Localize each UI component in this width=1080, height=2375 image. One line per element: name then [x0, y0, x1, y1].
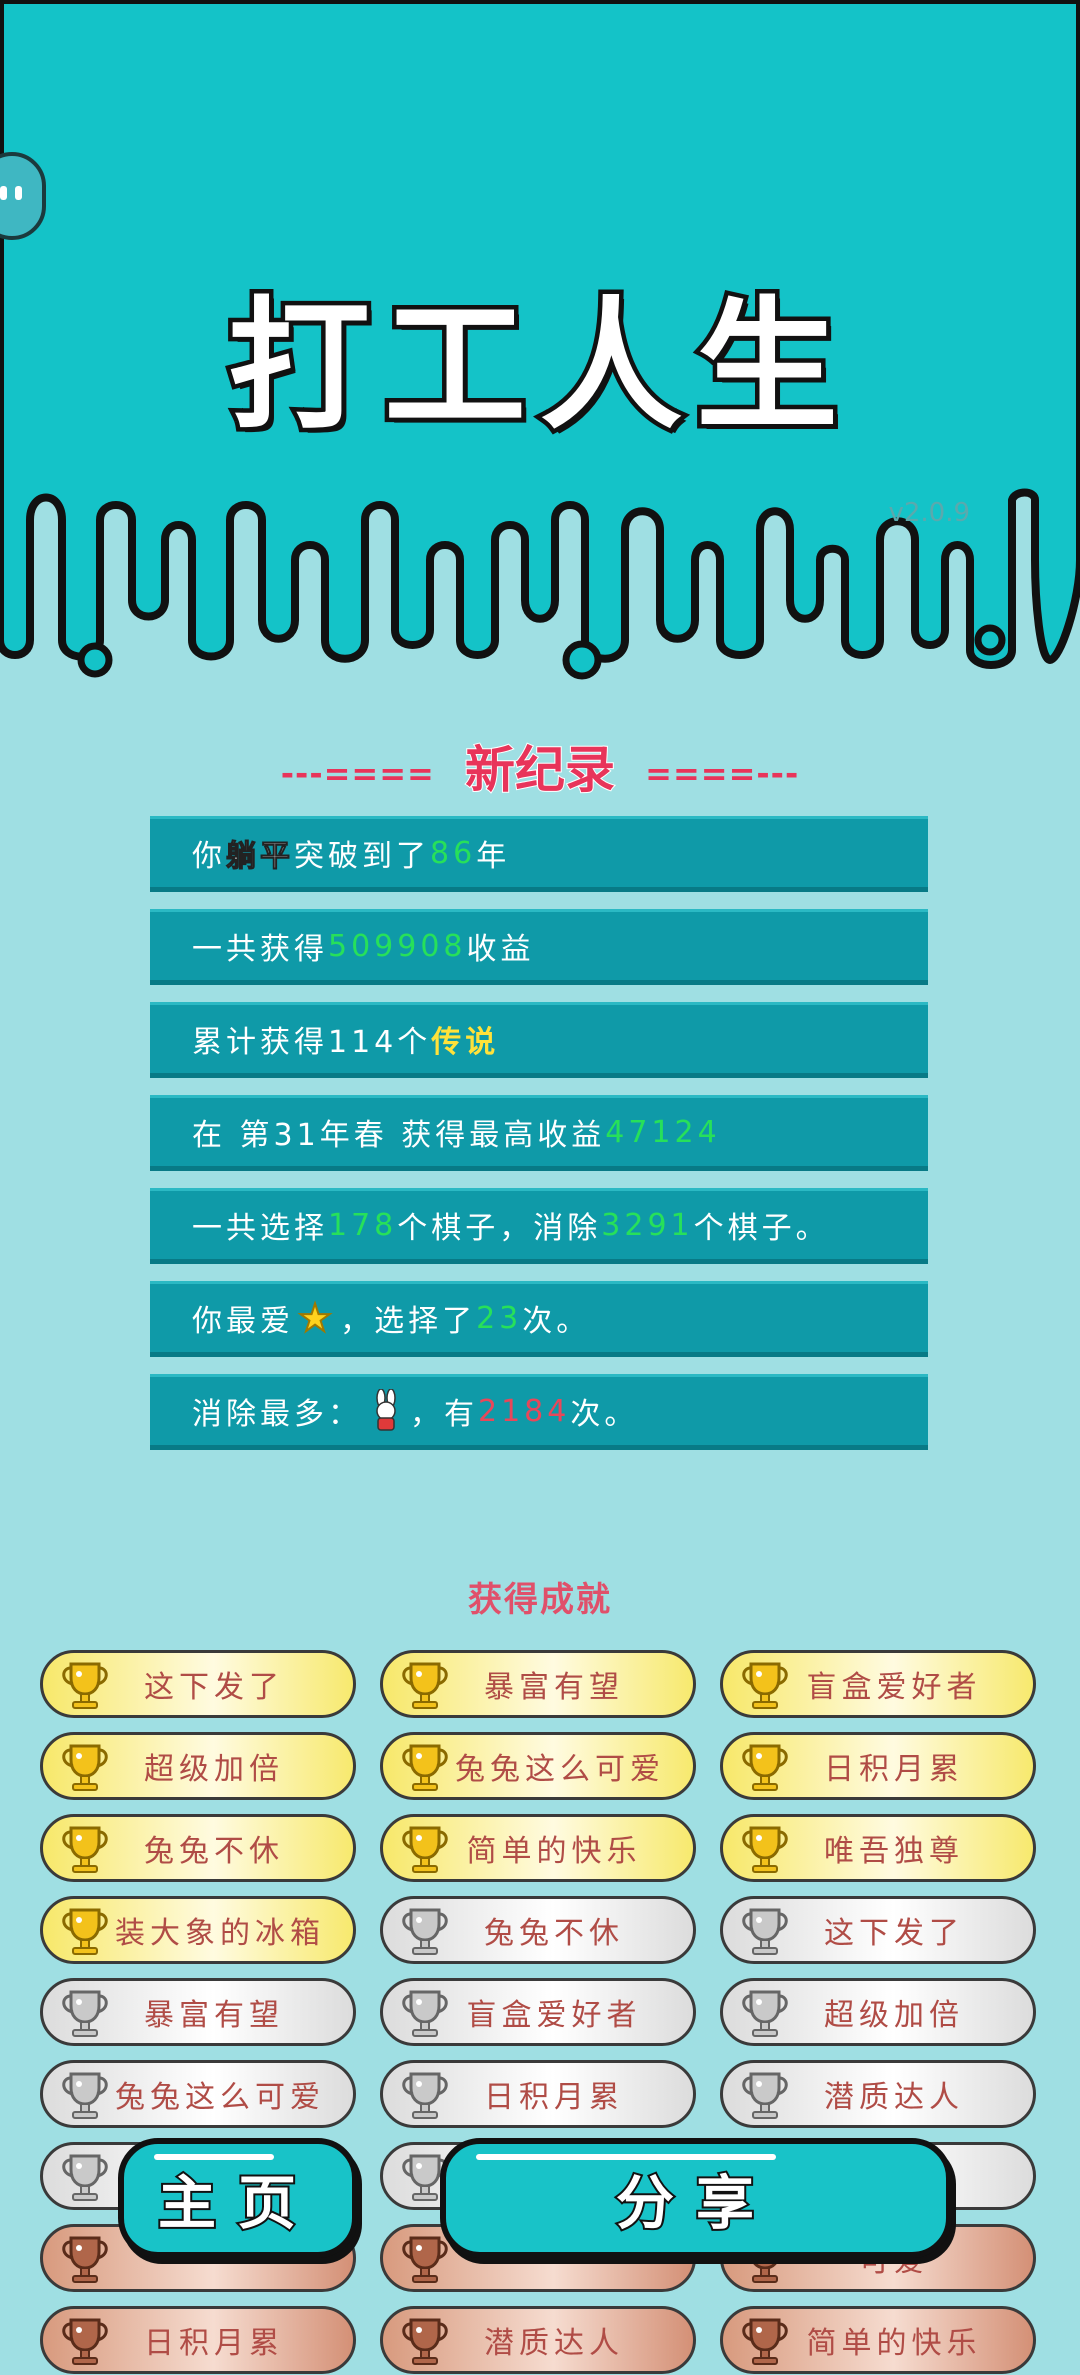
trophy-icon	[62, 2318, 108, 2365]
trophy-icon	[62, 2072, 108, 2119]
achievement-label: 潜质达人	[824, 2080, 964, 2115]
trophy-icon	[402, 1908, 448, 1955]
trophy-icon	[402, 1990, 448, 2037]
achievement-badge[interactable]: 潜质达人	[720, 2060, 1036, 2128]
achievement-badge[interactable]: 暴富有望	[40, 1978, 356, 2046]
achievement-badge[interactable]: 盲盒爱好者	[720, 1650, 1036, 1718]
game-title: 打工人生	[224, 280, 852, 454]
achievement-badge[interactable]: 兔兔这么可爱	[40, 2060, 356, 2128]
achievement-label: 日积月累	[824, 1752, 964, 1787]
achievement-badge[interactable]: 超级加倍	[720, 1978, 1036, 2046]
trophy-icon	[742, 1990, 788, 2037]
achievement-badge[interactable]: 装大象的冰箱	[40, 1896, 356, 1964]
achievement-badge[interactable]: 这下发了	[40, 1650, 356, 1718]
achievement-badge[interactable]: 兔兔不休	[40, 1814, 356, 1882]
trophy-icon	[742, 1826, 788, 1873]
trophy-icon	[62, 1662, 108, 1709]
achievement-label: 暴富有望	[144, 1998, 284, 2033]
achievements-title: 获得成就	[468, 1580, 612, 1620]
trophy-icon	[742, 1744, 788, 1791]
achievement-badge[interactable]: 日积月累	[40, 2306, 356, 2374]
achievement-label: 超级加倍	[144, 1752, 284, 1787]
stat-row: 你最爱 ★ ，选择了 23 次。	[150, 1281, 928, 1357]
achievement-badge[interactable]: 兔兔不休	[380, 1896, 696, 1964]
trophy-icon	[742, 1908, 788, 1955]
achievement-label: 装大象的冰箱	[115, 1916, 325, 1951]
trophy-icon	[402, 2072, 448, 2119]
achievement-badge[interactable]: 盲盒爱好者	[380, 1978, 696, 2046]
trophy-icon	[402, 1826, 448, 1873]
trophy-icon	[62, 2236, 108, 2283]
achievement-badge[interactable]: 日积月累	[720, 1732, 1036, 1800]
achievement-label: 盲盒爱好者	[466, 1998, 642, 2033]
achievement-label: 超级加倍	[824, 1998, 964, 2033]
achievement-badge[interactable]: 唯吾独尊	[720, 1814, 1036, 1882]
home-button[interactable]: 主页	[118, 2138, 358, 2258]
achievement-label: 暴富有望	[484, 1670, 624, 1705]
share-button[interactable]: 分享	[440, 2138, 952, 2258]
achievement-label: 这下发了	[824, 1916, 964, 1951]
star-icon: ★	[297, 1295, 337, 1341]
bunny-icon	[376, 1389, 396, 1431]
achievement-label: 兔兔不休	[144, 1834, 284, 1869]
achievement-label: 兔兔这么可爱	[115, 2080, 325, 2115]
achievement-label: 唯吾独尊	[824, 1834, 964, 1869]
new-record-title: 新纪录	[464, 740, 616, 800]
stat-row: 累计获得114个 传说	[150, 1002, 928, 1078]
trophy-icon	[62, 1744, 108, 1791]
achievement-label: 兔兔不休	[484, 1916, 624, 1951]
trophy-icon	[62, 1990, 108, 2037]
trophy-icon	[62, 1826, 108, 1873]
achievement-badge[interactable]: 超级加倍	[40, 1732, 356, 1800]
stat-row: 你躺平 突破到了 86 年	[150, 816, 928, 892]
version-label: v2.0.9	[888, 498, 970, 528]
header-dash-left: ---====	[280, 754, 447, 793]
achievement-label: 日积月累	[484, 2080, 624, 2115]
stat-row: 消除最多： ，有 2184 次。	[150, 1374, 928, 1450]
stat-row: 一共获得 509908 收益	[150, 909, 928, 985]
trophy-icon	[742, 2318, 788, 2365]
trophy-icon	[742, 1662, 788, 1709]
achievement-badge[interactable]: 暴富有望	[380, 1650, 696, 1718]
achievement-badge[interactable]: 简单的快乐	[720, 2306, 1036, 2374]
achievement-label: 盲盒爱好者	[806, 1670, 982, 1705]
achievement-label: 简单的快乐	[806, 2326, 982, 2361]
achievement-badge[interactable]: 潜质达人	[380, 2306, 696, 2374]
header-dash-right: ====---	[633, 754, 800, 793]
new-record-header: ---==== 新纪录 ====---	[0, 730, 1080, 802]
achievement-label: 日积月累	[144, 2326, 284, 2361]
achievement-badge[interactable]: 日积月累	[380, 2060, 696, 2128]
trophy-icon	[402, 1744, 448, 1791]
trophy-icon	[402, 1662, 448, 1709]
trophy-icon	[62, 2154, 108, 2201]
achievement-badge[interactable]: 兔兔这么可爱	[380, 1732, 696, 1800]
trophy-icon	[62, 1908, 108, 1955]
achievement-label: 简单的快乐	[466, 1834, 642, 1869]
trophy-icon	[742, 2072, 788, 2119]
achievement-badge[interactable]: 这下发了	[720, 1896, 1036, 1964]
achievement-label: 兔兔这么可爱	[455, 1752, 665, 1787]
achievement-label: 潜质达人	[484, 2326, 624, 2361]
achievement-label: 这下发了	[144, 1670, 284, 1705]
stat-row: 一共选择 178 个棋子，消除 3291 个棋子。	[150, 1188, 928, 1264]
achievement-badge[interactable]: 简单的快乐	[380, 1814, 696, 1882]
stat-row: 在 第31年春 获得最高收益 47124	[150, 1095, 928, 1171]
trophy-icon	[402, 2318, 448, 2365]
